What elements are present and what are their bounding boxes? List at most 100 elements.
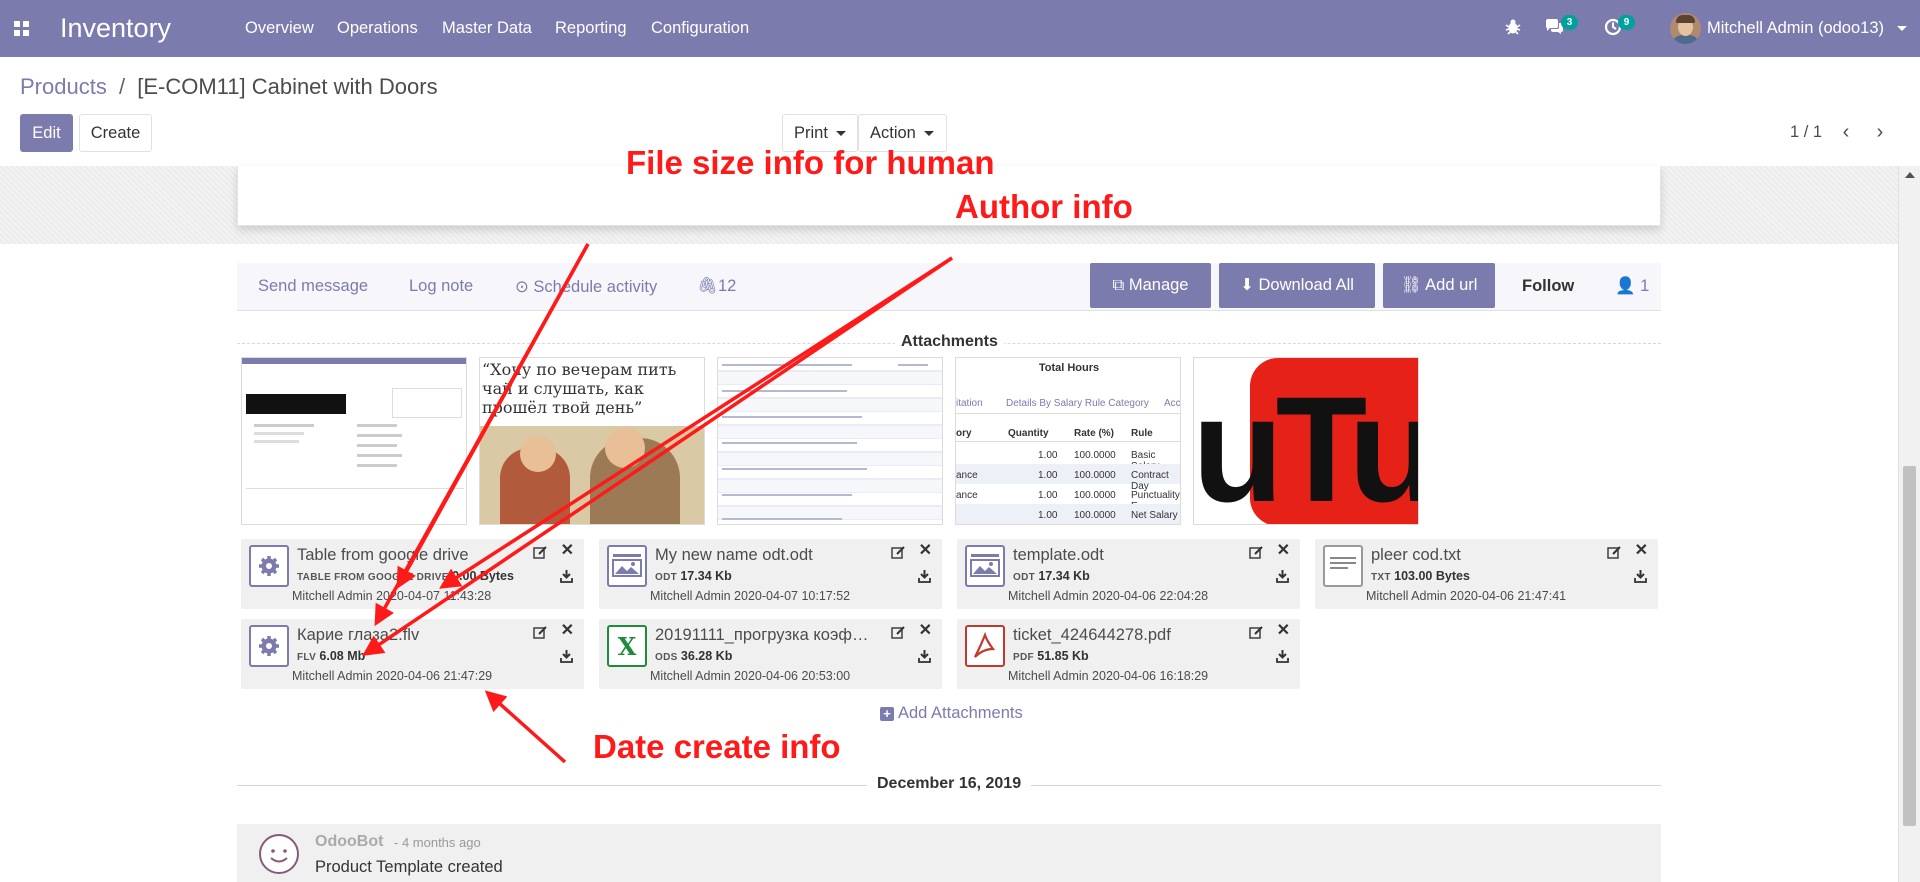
edit-icon[interactable] <box>533 625 548 640</box>
thumbnail-youtube-logo[interactable]: uTub <box>1193 357 1419 525</box>
text-doc-icon[interactable] <box>1323 545 1363 587</box>
attachment-size: 51.85 Kb <box>1037 649 1089 663</box>
attachment-card[interactable]: Карие глаза2.flv FLV 6.08 Mb Mitchell Admi… <box>241 619 584 689</box>
attachment-name[interactable]: Table from google drive <box>297 546 517 565</box>
edit-icon[interactable] <box>1249 625 1264 640</box>
send-message-link[interactable]: Send message <box>258 277 368 296</box>
attachment-name[interactable]: Карие глаза2.flv <box>297 626 517 645</box>
attachment-card[interactable]: pleer cod.txt TXT 103.00 Bytes Mitchell Ad… <box>1315 539 1658 609</box>
edit-icon[interactable] <box>891 625 906 640</box>
menu-reporting[interactable]: Reporting <box>555 19 627 38</box>
pager-next-icon[interactable]: › <box>1870 122 1890 144</box>
delete-icon[interactable]: ✕ <box>1277 622 1290 640</box>
scroll-thumb[interactable] <box>1903 466 1916 826</box>
schedule-activity-link[interactable]: ⊙ Schedule activity <box>515 277 657 297</box>
table-tab-1: itation <box>956 398 983 409</box>
gear-icon[interactable] <box>249 625 289 667</box>
follow-button[interactable]: Follow <box>1522 277 1574 296</box>
download-icon[interactable] <box>560 649 573 663</box>
edit-icon[interactable] <box>1249 545 1264 560</box>
attachment-card[interactable]: X 20191111_прогрузка коэфф... ODS 36.28 Kb… <box>599 619 942 689</box>
edit-button[interactable]: Edit <box>20 114 73 152</box>
add-url-button[interactable]: ⛓ Add url <box>1383 263 1495 308</box>
apps-menu-icon[interactable] <box>14 21 30 37</box>
attachment-card[interactable]: My new name odt.odt ODT 17.34 Kb Mitchell … <box>599 539 942 609</box>
attachment-size: 17.34 Kb <box>680 569 732 583</box>
download-icon[interactable] <box>1276 649 1289 663</box>
attachment-name[interactable]: 20191111_прогрузка коэфф... <box>655 626 875 645</box>
attachment-author-date: Mitchell Admin 2020-04-06 20:53:00 <box>650 669 851 683</box>
attachment-card[interactable]: ticket_424644278.pdf PDF 51.85 Kb Mitchell… <box>957 619 1300 689</box>
delete-icon[interactable]: ✕ <box>561 542 574 560</box>
manage-button[interactable]: ⧉ Manage <box>1090 263 1211 308</box>
gear-icon[interactable] <box>249 545 289 587</box>
download-icon[interactable] <box>918 649 931 663</box>
delete-icon[interactable]: ✕ <box>919 542 932 560</box>
attachment-name[interactable]: ticket_424644278.pdf <box>1013 626 1233 645</box>
menu-overview[interactable]: Overview <box>245 19 314 38</box>
attachment-ext: ODS <box>655 652 678 663</box>
attachment-author-date: Mitchell Admin 2020-04-06 21:47:41 <box>1366 589 1567 603</box>
menu-configuration[interactable]: Configuration <box>651 19 749 38</box>
edit-icon[interactable] <box>891 545 906 560</box>
attachments-title: Attachments <box>895 333 1004 351</box>
chevron-down-icon[interactable] <box>1897 26 1907 31</box>
delete-icon[interactable]: ✕ <box>1277 542 1290 560</box>
thumbnail-salary-slips[interactable] <box>717 357 943 525</box>
user-menu[interactable]: Mitchell Admin (odoo13) <box>1707 19 1884 38</box>
delete-icon[interactable]: ✕ <box>1635 542 1648 560</box>
odoobot-avatar[interactable] <box>259 834 299 874</box>
menu-master-data[interactable]: Master Data <box>442 19 532 38</box>
delete-icon[interactable]: ✕ <box>919 622 932 640</box>
spreadsheet-icon[interactable]: X <box>607 625 647 667</box>
message-author[interactable]: OdooBot <box>315 833 383 851</box>
message: OdooBot - 4 months ago Product Template … <box>237 824 1661 882</box>
download-all-label: Download All <box>1258 276 1354 294</box>
annotation-author: Author info <box>955 188 1133 225</box>
menu-operations[interactable]: Operations <box>337 19 418 38</box>
add-attachments-link[interactable]: + Add Attachments <box>880 704 1023 723</box>
download-icon[interactable] <box>918 569 931 583</box>
table-col-4: Rule <box>1131 428 1153 439</box>
attachment-meta: ODT 17.34 Kb <box>655 569 732 583</box>
attachment-card[interactable]: Table from google drive TABLE FROM GOOGLE… <box>241 539 584 609</box>
breadcrumb-separator: / <box>118 74 126 99</box>
download-icon[interactable] <box>560 569 573 583</box>
download-all-button[interactable]: ⬇ Download All <box>1219 263 1375 308</box>
download-icon[interactable] <box>1634 569 1647 583</box>
page-scrollbar[interactable] <box>1898 166 1920 882</box>
attachment-name[interactable]: My new name odt.odt <box>655 546 875 565</box>
edit-icon[interactable] <box>1607 545 1622 560</box>
caret-down-icon <box>835 131 846 137</box>
pager-value[interactable]: 1 / 1 <box>1790 123 1822 142</box>
delete-icon[interactable]: ✕ <box>561 622 574 640</box>
attachment-ext: TABLE FROM GOOGLE DRIVE <box>297 572 449 583</box>
pager-previous-icon[interactable]: ‹ <box>1836 122 1856 144</box>
breadcrumb-products[interactable]: Products <box>20 74 107 99</box>
thumbnail-salary-rule-table[interactable]: Total Hours itation Details By Salary Ru… <box>955 357 1181 525</box>
attachment-meta: ODS 36.28 Kb <box>655 649 732 663</box>
bug-icon[interactable] <box>1504 18 1524 38</box>
download-icon[interactable] <box>1276 569 1289 583</box>
user-avatar[interactable] <box>1670 13 1701 44</box>
attachment-name[interactable]: pleer cod.txt <box>1371 546 1591 565</box>
edit-icon[interactable] <box>533 545 548 560</box>
log-note-link[interactable]: Log note <box>409 277 473 296</box>
image-doc-icon[interactable] <box>965 545 1005 587</box>
attachment-author-date: Mitchell Admin 2020-04-07 11:43:28 <box>292 589 492 603</box>
pdf-icon[interactable] <box>965 625 1005 667</box>
add-url-label: Add url <box>1425 276 1478 294</box>
thumbnail-form-screenshot[interactable] <box>241 357 467 525</box>
followers-button[interactable]: 👤 1 <box>1615 277 1649 296</box>
scroll-up-icon[interactable] <box>1905 172 1915 178</box>
attachment-size: 6.08 Mb <box>319 649 366 663</box>
caret-down-icon <box>923 131 934 137</box>
thumbnail-illustration[interactable]: “Хочу по вечерам пить чай и слушать, как… <box>479 357 705 525</box>
attachment-card[interactable]: template.odt ODT 17.34 Kb Mitchell Admin 2… <box>957 539 1300 609</box>
attachment-size: 36.28 Kb <box>680 649 733 663</box>
app-title[interactable]: Inventory <box>60 13 171 44</box>
create-button[interactable]: Create <box>79 114 152 152</box>
attachments-count-link[interactable]: 🖇12 <box>697 277 736 296</box>
attachment-name[interactable]: template.odt <box>1013 546 1233 565</box>
image-doc-icon[interactable] <box>607 545 647 587</box>
